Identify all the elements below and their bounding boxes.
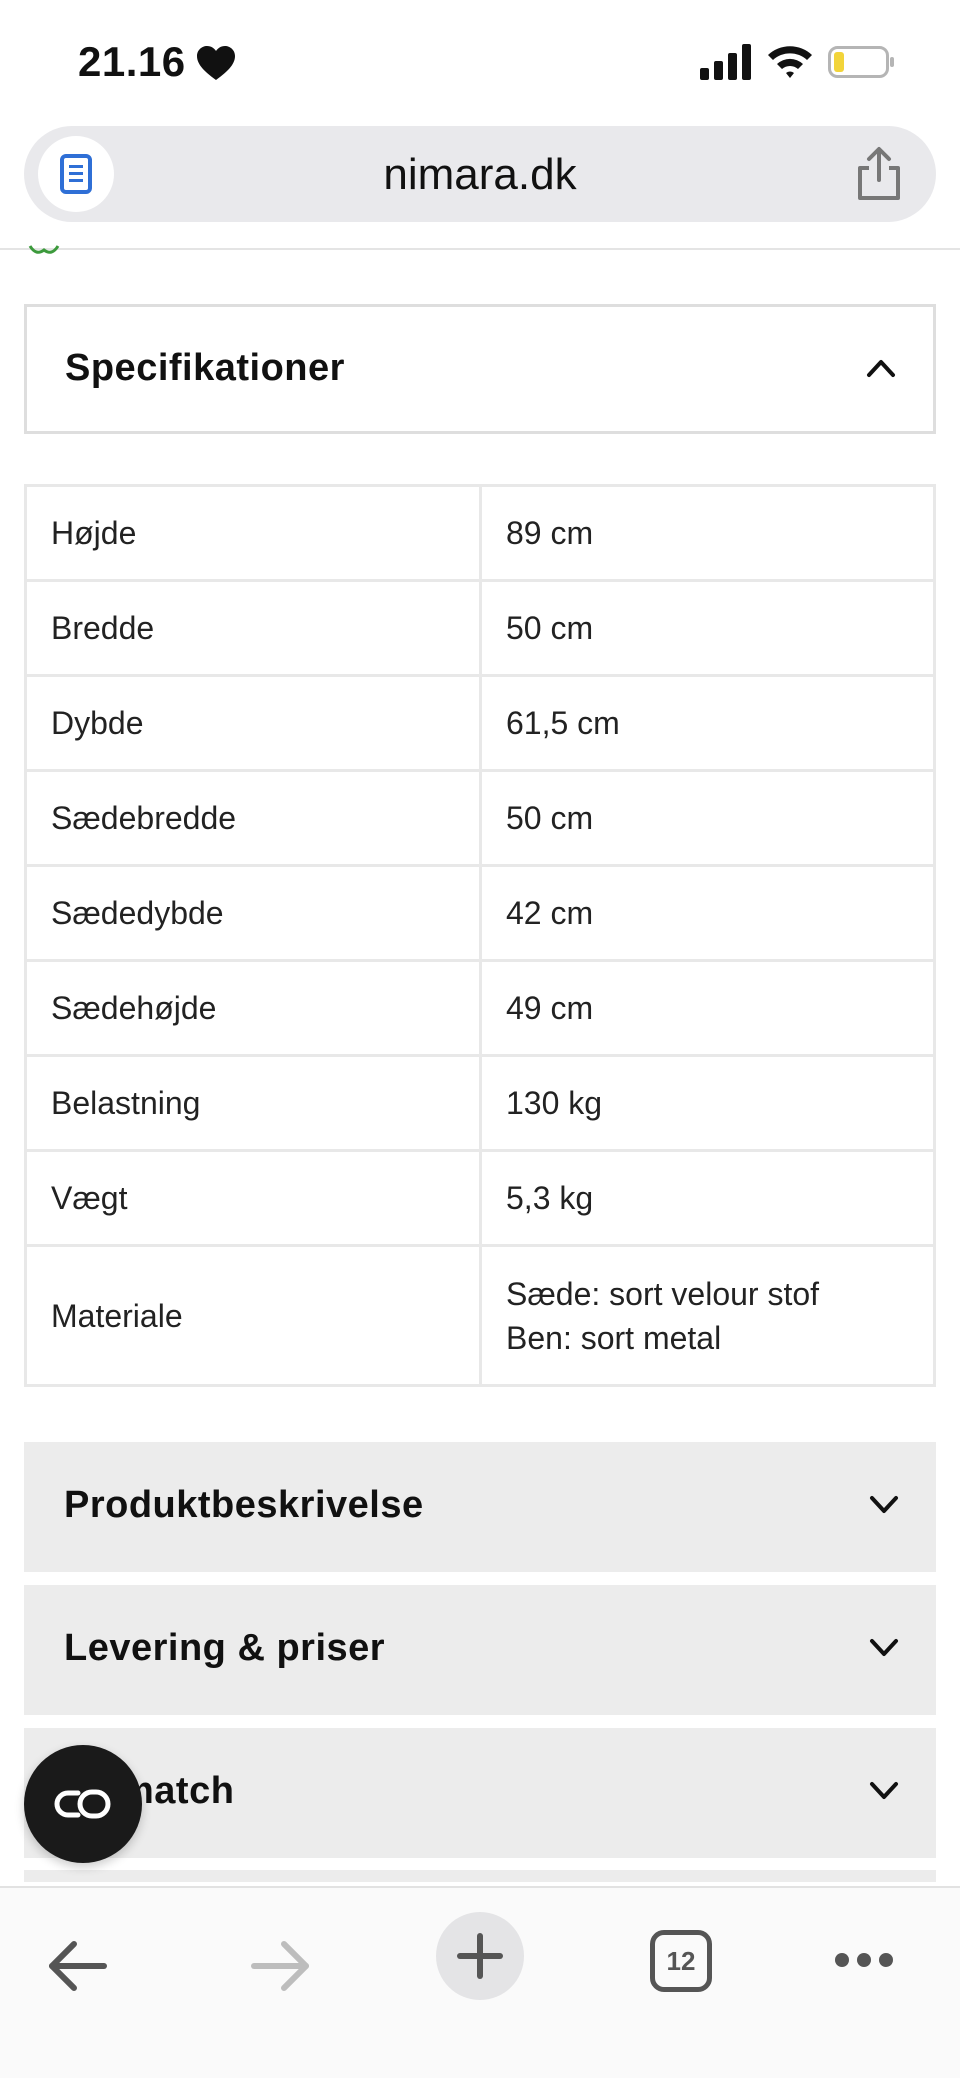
- product-description-accordion[interactable]: Produktbeskrivelse: [24, 1442, 936, 1572]
- accordion-title: Levering & priser: [64, 1627, 386, 1669]
- spec-label: Vægt: [24, 1149, 482, 1247]
- spec-label: Bredde: [24, 579, 482, 677]
- table-row: Belastning 130 kg: [24, 1054, 936, 1152]
- address-bar-divider: [0, 248, 960, 250]
- table-row: Materiale Sæde: sort velour stof Ben: so…: [24, 1244, 936, 1387]
- spec-label: Højde: [24, 484, 482, 582]
- spec-label: Belastning: [24, 1054, 482, 1152]
- spec-value: 50 cm: [479, 769, 936, 867]
- match-accordion[interactable]: match: [24, 1728, 936, 1858]
- spec-label: Sædedybde: [24, 864, 482, 962]
- wifi-icon: [768, 46, 812, 78]
- table-row: Dybde 61,5 cm: [24, 674, 936, 772]
- spec-value: 49 cm: [479, 959, 936, 1057]
- accordion-title: Produktbeskrivelse: [64, 1484, 424, 1526]
- table-row: Højde 89 cm: [24, 484, 936, 582]
- specifications-title: Specifikationer: [65, 347, 345, 389]
- specifications-accordion-header[interactable]: Specifikationer: [24, 304, 936, 434]
- battery-low-icon: [828, 46, 894, 78]
- spec-label: Sædehøjde: [24, 959, 482, 1057]
- partial-green-icon: [28, 245, 60, 254]
- spec-value-line: Sæde: sort velour stof: [506, 1275, 820, 1312]
- status-bar: 21.16: [0, 0, 960, 120]
- forward-arrow-icon[interactable]: [248, 1938, 312, 1994]
- chat-button[interactable]: [24, 1745, 142, 1863]
- spec-value: 61,5 cm: [479, 674, 936, 772]
- delivery-prices-accordion[interactable]: Levering & priser: [24, 1585, 936, 1715]
- chevron-up-icon[interactable]: [865, 357, 897, 379]
- plus-icon: [457, 1933, 503, 1979]
- browser-toolbar: 12: [0, 1886, 960, 2078]
- table-row: Sædedybde 42 cm: [24, 864, 936, 962]
- heart-icon: [197, 46, 235, 80]
- spec-value-line: Ben: sort metal: [506, 1319, 722, 1356]
- chevron-down-icon[interactable]: [868, 1494, 900, 1516]
- spec-value: 130 kg: [479, 1054, 936, 1152]
- status-time: 21.16: [78, 38, 186, 85]
- spec-value: 42 cm: [479, 864, 936, 962]
- spec-value: 89 cm: [479, 484, 936, 582]
- share-icon[interactable]: [852, 146, 906, 202]
- spec-label: Sædebredde: [24, 769, 482, 867]
- tabs-button[interactable]: 12: [650, 1930, 712, 1992]
- chat-logo-icon: [54, 1789, 111, 1819]
- chevron-down-icon[interactable]: [868, 1780, 900, 1802]
- table-row: Vægt 5,3 kg: [24, 1149, 936, 1247]
- specifications-table: Højde 89 cm Bredde 50 cm Dybde 61,5 cm S…: [24, 484, 936, 1387]
- spec-label: Dybde: [24, 674, 482, 772]
- back-arrow-icon[interactable]: [46, 1938, 110, 1994]
- cellular-signal-icon: [700, 44, 751, 80]
- tab-count: 12: [666, 1945, 696, 1976]
- spec-label: Materiale: [24, 1244, 482, 1387]
- url-text[interactable]: nimara.dk: [24, 150, 936, 200]
- next-accordion-peek: [24, 1870, 936, 1882]
- table-row: Sædehøjde 49 cm: [24, 959, 936, 1057]
- table-row: Sædebredde 50 cm: [24, 769, 936, 867]
- address-bar[interactable]: nimara.dk: [24, 126, 936, 222]
- chevron-down-icon[interactable]: [868, 1637, 900, 1659]
- spec-value: 5,3 kg: [479, 1149, 936, 1247]
- spec-value: Sæde: sort velour stof Ben: sort metal: [479, 1244, 936, 1387]
- new-tab-button[interactable]: [436, 1912, 524, 2000]
- more-options-icon[interactable]: [834, 1952, 894, 1968]
- spec-value: 50 cm: [479, 579, 936, 677]
- table-row: Bredde 50 cm: [24, 579, 936, 677]
